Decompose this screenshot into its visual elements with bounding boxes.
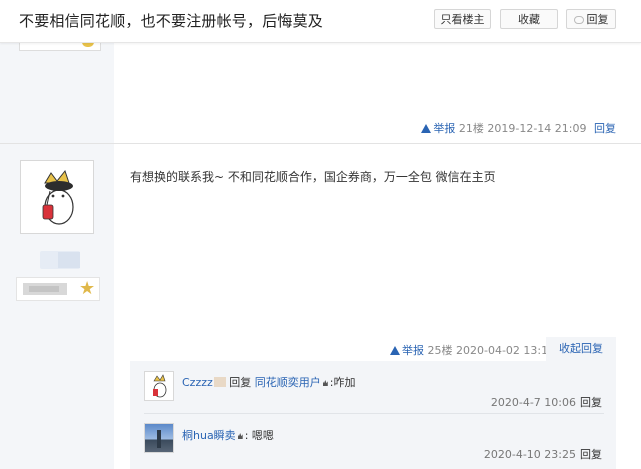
collapse-replies-button[interactable]: 收起回复 bbox=[546, 337, 616, 361]
sub-reply-time: 2020-4-7 10:06 bbox=[490, 396, 576, 409]
thread-header: 不要相信同花顺，也不要注册帐号，后悔莫及 只看楼主 收藏 回复 bbox=[0, 0, 641, 43]
report-link[interactable]: 举报 bbox=[390, 344, 424, 357]
report-label: 举报 bbox=[433, 122, 456, 135]
sub-reply-reply-link[interactable]: 回复 bbox=[580, 396, 602, 409]
reply-action: 回复 bbox=[229, 376, 252, 389]
sub-reply-time: 2020-4-10 23:25 bbox=[483, 448, 576, 461]
cartoon-avatar-icon bbox=[42, 169, 74, 225]
user-avatar[interactable] bbox=[20, 160, 94, 234]
avatar-partial[interactable] bbox=[19, 42, 101, 51]
sub-reply-meta: 2020-4-10 23:25 回复 bbox=[484, 446, 602, 462]
sub-reply-username[interactable]: Czzzz bbox=[182, 376, 213, 389]
favorite-button[interactable]: 收藏 bbox=[500, 9, 558, 29]
reply-target-username[interactable]: 同花顺奕用户 bbox=[255, 376, 321, 389]
reply-button-label: 回复 bbox=[586, 13, 609, 26]
post-footer-21: 举报 21楼 2019-12-14 21:09 回复 bbox=[421, 120, 616, 136]
reply-button[interactable]: 回复 bbox=[566, 9, 616, 29]
sub-reply-text: : 嗯嗯 bbox=[244, 429, 274, 442]
only-author-button[interactable]: 只看楼主 bbox=[434, 9, 491, 29]
sub-reply-reply-link[interactable]: 回复 bbox=[580, 448, 602, 461]
cartoon-avatar-icon bbox=[153, 374, 167, 398]
tower-photo-icon bbox=[157, 430, 161, 448]
post-time: 2019-12-14 21:09 bbox=[487, 122, 587, 135]
floor-number: 25楼 bbox=[427, 344, 453, 357]
username-blurred-part bbox=[58, 252, 80, 268]
crown-icon bbox=[237, 433, 243, 439]
post-divider bbox=[0, 143, 641, 144]
sub-reply-1: Czzzz 回复 同花顺奕用户 :咋加 bbox=[182, 374, 356, 390]
report-link[interactable]: 举报 bbox=[421, 122, 455, 135]
star-icon: ★ bbox=[79, 278, 96, 299]
warning-icon bbox=[421, 124, 432, 133]
thread-title: 不要相信同花顺，也不要注册帐号，后悔莫及 bbox=[19, 12, 324, 30]
sub-reply-username[interactable]: 桐hua瞬卖 bbox=[182, 429, 236, 442]
sub-reply-avatar[interactable] bbox=[144, 371, 174, 401]
chat-bubble-icon bbox=[573, 16, 584, 24]
sub-reply-divider bbox=[144, 413, 604, 414]
sub-reply-meta: 2020-4-7 10:06 回复 bbox=[491, 394, 602, 410]
floor-number: 21楼 bbox=[458, 122, 484, 135]
badge-blur-inner bbox=[29, 286, 59, 292]
user-emblem-icon bbox=[213, 377, 226, 387]
thread-page: 不要相信同花顺，也不要注册帐号，后悔莫及 只看楼主 收藏 回复 举报 21楼 2… bbox=[0, 0, 641, 469]
sub-replies: Czzzz 回复 同花顺奕用户 :咋加 2020-4-7 10:06 回复 桐hua… bbox=[130, 361, 616, 469]
sub-reply-avatar[interactable] bbox=[144, 423, 174, 453]
post-footer-25: 举报 25楼 2020-04-02 13:10 bbox=[390, 342, 555, 358]
warning-icon bbox=[390, 346, 400, 355]
post-time: 2020-04-02 13:10 bbox=[456, 344, 556, 357]
sub-reply-2: 桐hua瞬卖 : 嗯嗯 bbox=[182, 427, 274, 443]
reply-link[interactable]: 回复 bbox=[594, 122, 616, 135]
user-badge[interactable]: ★ bbox=[16, 277, 100, 301]
crown-icon bbox=[322, 380, 328, 386]
post-content: 有想换的联系我~ 不和同花顺合作，国企券商，万一全包 微信在主页 bbox=[130, 170, 496, 184]
report-label: 举报 bbox=[402, 344, 424, 357]
sub-reply-text: :咋加 bbox=[329, 376, 356, 389]
